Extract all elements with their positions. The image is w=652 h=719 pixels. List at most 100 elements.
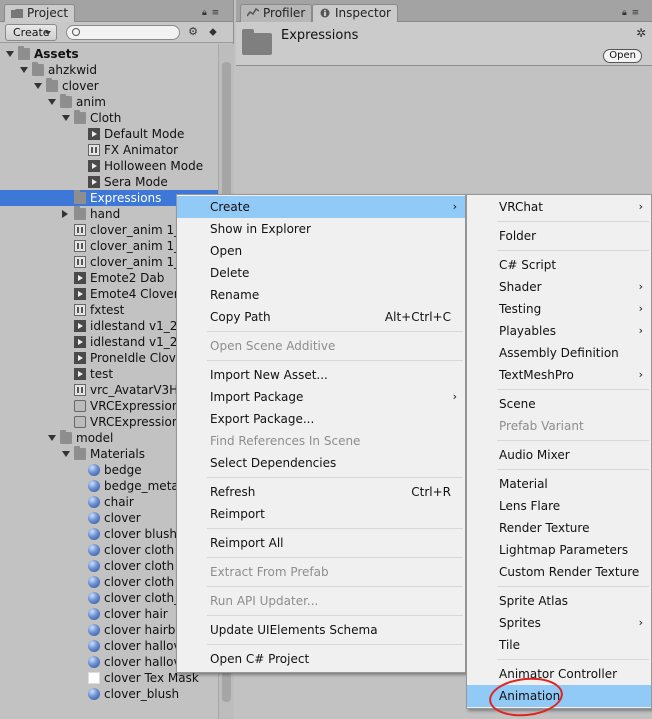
submenu-item-shader[interactable]: Shader › bbox=[467, 276, 651, 298]
filter-by-label-icon[interactable]: ⬥ bbox=[206, 25, 220, 39]
gear-icon[interactable]: ✲ bbox=[636, 26, 646, 40]
menu-item-open-c-project[interactable]: Open C# Project bbox=[177, 648, 465, 670]
menu-item-import-package[interactable]: Import Package › bbox=[177, 386, 465, 408]
menu-item-import-new-asset[interactable]: Import New Asset... bbox=[177, 364, 465, 386]
tree-item-label: clover cloth bbox=[104, 543, 175, 557]
animation-clip-icon bbox=[88, 128, 100, 140]
submenu-item-lens-flare[interactable]: Lens Flare bbox=[467, 495, 651, 517]
submenu-item-c-script[interactable]: C# Script bbox=[467, 254, 651, 276]
chevron-right-icon: › bbox=[638, 368, 643, 381]
inspector-tab-menu-icon[interactable]: 🔒︎ ≡ bbox=[622, 8, 640, 18]
chevron-down-icon bbox=[45, 31, 51, 35]
tree-item-sera-mode[interactable]: Sera Mode bbox=[0, 174, 218, 190]
material-icon bbox=[88, 528, 100, 540]
menu-item-export-package[interactable]: Export Package... bbox=[177, 408, 465, 430]
submenu-item-tile[interactable]: Tile bbox=[467, 634, 651, 656]
tree-item-anim[interactable]: anim bbox=[0, 94, 218, 110]
animator-controller-icon bbox=[74, 384, 86, 396]
menu-separator bbox=[207, 331, 463, 332]
chevron-right-icon: › bbox=[638, 200, 643, 213]
tree-item-clover[interactable]: clover bbox=[0, 78, 218, 94]
menu-item-label: Animation bbox=[499, 689, 561, 703]
animator-controller-icon bbox=[74, 224, 86, 236]
submenu-item-testing[interactable]: Testing › bbox=[467, 298, 651, 320]
filter-by-type-icon[interactable]: ⚙ bbox=[186, 25, 200, 39]
menu-item-show-in-explorer[interactable]: Show in Explorer bbox=[177, 218, 465, 240]
tree-item-clover-blush[interactable]: clover_blush bbox=[0, 686, 218, 702]
chevron-right-icon: › bbox=[638, 324, 643, 337]
tree-item-ahzkwid[interactable]: ahzkwid bbox=[0, 62, 218, 78]
tree-item-label: clover cloth bbox=[104, 559, 175, 573]
menu-item-delete[interactable]: Delete bbox=[177, 262, 465, 284]
menu-item-label: Rename bbox=[210, 288, 260, 302]
menu-item-rename[interactable]: Rename bbox=[177, 284, 465, 306]
tree-item-fx-animator[interactable]: FX Animator bbox=[0, 142, 218, 158]
menu-separator bbox=[207, 477, 463, 478]
create-button[interactable]: Create bbox=[5, 24, 57, 41]
chevron-right-icon[interactable] bbox=[62, 210, 68, 218]
menu-item-refresh[interactable]: Refresh Ctrl+R bbox=[177, 481, 465, 503]
chevron-down-icon[interactable] bbox=[48, 99, 56, 105]
menu-shortcut: Ctrl+R bbox=[411, 485, 451, 499]
menu-item-label: Reimport All bbox=[210, 536, 284, 550]
submenu-item-assembly-definition[interactable]: Assembly Definition bbox=[467, 342, 651, 364]
menu-item-label: Playables bbox=[499, 324, 556, 338]
menu-item-create[interactable]: Create › bbox=[177, 196, 465, 218]
menu-item-open[interactable]: Open bbox=[177, 240, 465, 262]
search-input[interactable] bbox=[66, 25, 180, 40]
menu-item-update-uielements-schema[interactable]: Update UIElements Schema bbox=[177, 619, 465, 641]
chevron-down-icon[interactable] bbox=[62, 115, 70, 121]
menu-item-reimport-all[interactable]: Reimport All bbox=[177, 532, 465, 554]
tab-project[interactable]: Project bbox=[4, 4, 76, 22]
submenu-item-animator-controller[interactable]: Animator Controller bbox=[467, 663, 651, 685]
tree-item-holloween-mode[interactable]: Holloween Mode bbox=[0, 158, 218, 174]
tab-inspector[interactable]: Inspector bbox=[312, 4, 398, 22]
animation-clip-icon bbox=[74, 368, 86, 380]
chevron-down-icon[interactable] bbox=[62, 451, 70, 457]
menu-item-reimport[interactable]: Reimport bbox=[177, 503, 465, 525]
menu-separator bbox=[207, 586, 463, 587]
submenu-item-scene[interactable]: Scene bbox=[467, 393, 651, 415]
tree-item-default-mode[interactable]: Default Mode bbox=[0, 126, 218, 142]
tree-item-label: hand bbox=[90, 207, 121, 221]
tree-item-assets[interactable]: Assets bbox=[0, 46, 218, 62]
submenu-item-playables[interactable]: Playables › bbox=[467, 320, 651, 342]
submenu-item-audio-mixer[interactable]: Audio Mixer bbox=[467, 444, 651, 466]
submenu-item-vrchat[interactable]: VRChat › bbox=[467, 196, 651, 218]
menu-item-label: Import Package bbox=[210, 390, 304, 404]
animation-clip-icon bbox=[88, 160, 100, 172]
menu-item-label: Open Scene Additive bbox=[210, 339, 336, 353]
submenu-item-custom-render-texture[interactable]: Custom Render Texture bbox=[467, 561, 651, 583]
submenu-item-animation[interactable]: Animation bbox=[467, 685, 651, 707]
submenu-item-lightmap-parameters[interactable]: Lightmap Parameters bbox=[467, 539, 651, 561]
open-button[interactable]: Open bbox=[603, 49, 642, 63]
menu-item-label: Update UIElements Schema bbox=[210, 623, 378, 637]
project-tabbar: Project 🔒︎ ≡ bbox=[0, 0, 233, 22]
project-tab-menu-icon[interactable]: 🔒︎ ≡ bbox=[202, 8, 220, 18]
animation-clip-icon bbox=[74, 272, 86, 284]
submenu-item-folder[interactable]: Folder bbox=[467, 225, 651, 247]
tree-item-label: VRCExpression bbox=[90, 399, 180, 413]
tab-profiler[interactable]: Profiler bbox=[240, 4, 313, 22]
tree-item-label: Expressions bbox=[90, 191, 162, 205]
submenu-item-sprites[interactable]: Sprites › bbox=[467, 612, 651, 634]
material-icon bbox=[88, 512, 100, 524]
folder-icon bbox=[60, 94, 72, 108]
menu-item-label: Refresh bbox=[210, 485, 256, 499]
folder-icon bbox=[74, 446, 86, 460]
submenu-item-render-texture[interactable]: Render Texture bbox=[467, 517, 651, 539]
chevron-down-icon[interactable] bbox=[34, 83, 42, 89]
chevron-down-icon[interactable] bbox=[6, 51, 14, 57]
submenu-item-textmeshpro[interactable]: TextMeshPro › bbox=[467, 364, 651, 386]
tree-item-label: chair bbox=[104, 495, 134, 509]
menu-item-select-dependencies[interactable]: Select Dependencies bbox=[177, 452, 465, 474]
tree-item-label: clover blush bbox=[104, 527, 177, 541]
menu-item-copy-path[interactable]: Copy Path Alt+Ctrl+C bbox=[177, 306, 465, 328]
chevron-down-icon[interactable] bbox=[48, 435, 56, 441]
submenu-item-material[interactable]: Material bbox=[467, 473, 651, 495]
tree-item-cloth[interactable]: Cloth bbox=[0, 110, 218, 126]
folder-icon bbox=[74, 110, 86, 124]
chevron-down-icon[interactable] bbox=[20, 67, 28, 73]
submenu-item-sprite-atlas[interactable]: Sprite Atlas bbox=[467, 590, 651, 612]
animation-clip-icon bbox=[88, 176, 100, 188]
